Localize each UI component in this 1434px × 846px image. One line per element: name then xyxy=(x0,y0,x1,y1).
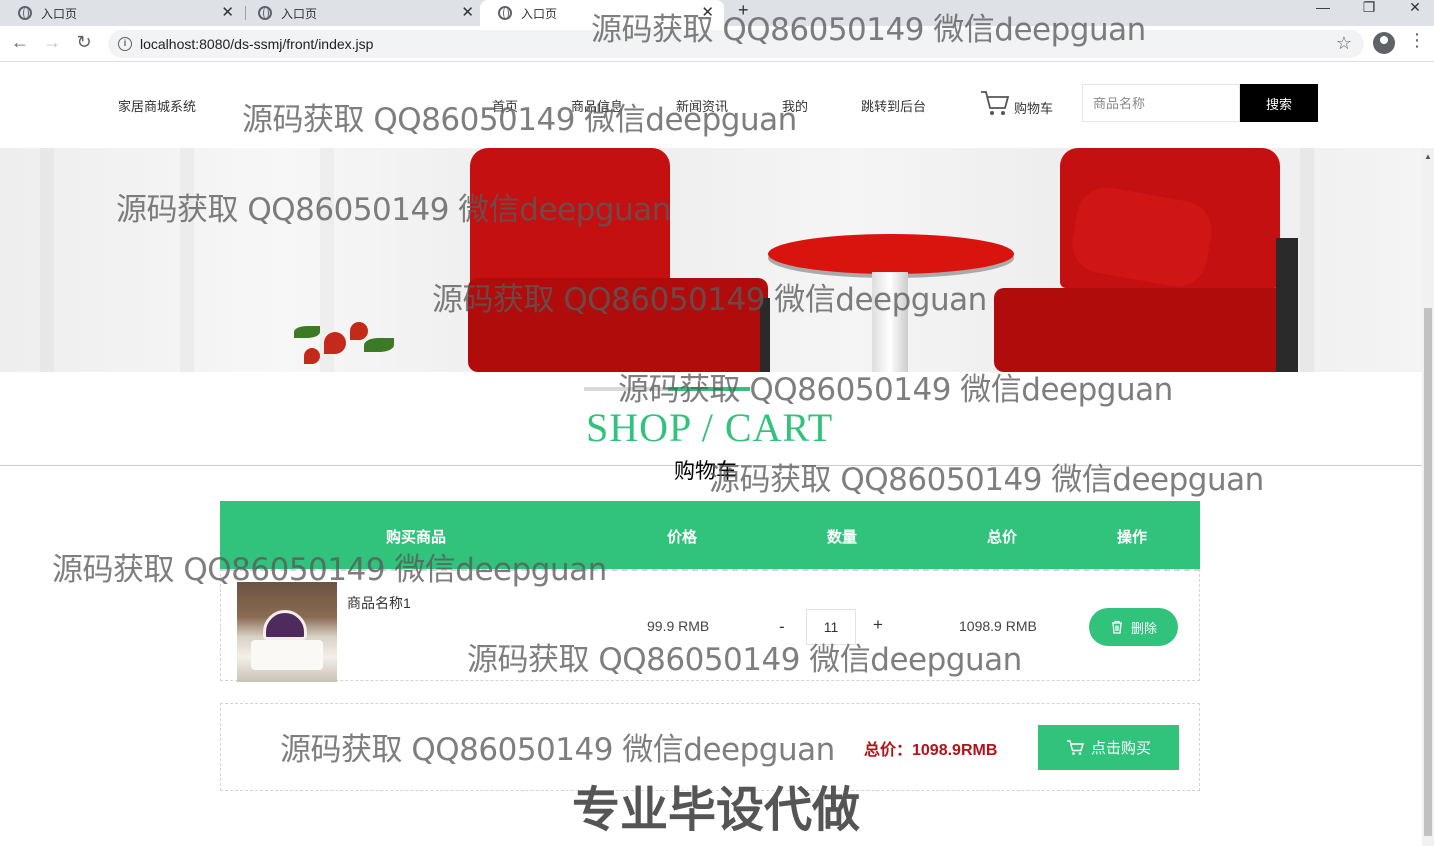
watermark: 源码获取 QQ86050149 微信deepguan xyxy=(591,12,1146,48)
globe-icon xyxy=(18,6,32,20)
scrollbar-thumb[interactable] xyxy=(1424,308,1432,836)
watermark-banner: 专业毕设代做 xyxy=(572,782,861,838)
product-name[interactable]: 商品名称1 xyxy=(347,593,411,613)
buy-label: 点击购买 xyxy=(1090,740,1151,757)
col-total: 总价 xyxy=(987,529,1018,546)
trash-icon xyxy=(1111,620,1122,634)
back-icon[interactable]: ← xyxy=(8,32,32,53)
cart-link[interactable]: 购物车 xyxy=(980,89,1053,117)
cart-icon xyxy=(981,91,1010,115)
cart-label: 购物车 xyxy=(1014,101,1054,116)
reload-icon[interactable]: ↻ xyxy=(72,32,96,53)
watermark: 源码获取 QQ86050149 微信deepguan xyxy=(280,732,835,768)
grand-total: 总价：1098.9RMB xyxy=(864,742,998,759)
tab-title: 入口页 xyxy=(41,6,78,21)
menu-dots-icon[interactable]: ⋮ xyxy=(1408,30,1426,51)
col-quantity: 数量 xyxy=(827,529,858,546)
watermark: 源码获取 QQ86050149 微信deepguan xyxy=(116,192,671,228)
url-text: localhost:8080/ds-ssmj/front/index.jsp xyxy=(140,36,374,52)
product-price: 99.9 RMB xyxy=(647,618,710,634)
row-total: 1098.9 RMB xyxy=(959,618,1037,634)
banner-image xyxy=(0,148,1422,372)
delete-label: 删除 xyxy=(1130,620,1157,636)
globe-icon xyxy=(498,6,512,20)
delete-button[interactable]: 删除 xyxy=(1089,608,1178,646)
col-action: 操作 xyxy=(1117,529,1148,546)
browser-tab[interactable]: 入口页 ✕ xyxy=(0,0,244,26)
quantity-increase-button[interactable]: + xyxy=(873,615,883,635)
watermark: 源码获取 QQ86050149 微信deepguan xyxy=(618,372,1173,408)
search-button[interactable]: 搜索 xyxy=(1240,84,1318,122)
watermark: 源码获取 QQ86050149 微信deepguan xyxy=(242,102,797,138)
section-title: SHOP / CART xyxy=(586,405,834,450)
tab-title: 入口页 xyxy=(521,6,558,21)
browser-tab[interactable]: 入口页 ✕ xyxy=(240,0,484,26)
page-scrollbar[interactable]: ▲ xyxy=(1422,148,1434,846)
minimize-icon[interactable]: — xyxy=(1300,0,1346,14)
search-input[interactable] xyxy=(1082,84,1240,122)
buy-button[interactable]: 点击购买 xyxy=(1038,725,1179,770)
close-tab-icon[interactable]: ✕ xyxy=(221,3,234,21)
watermark: 源码获取 QQ86050149 微信deepguan xyxy=(52,552,607,588)
globe-icon xyxy=(258,6,272,20)
close-window-icon[interactable]: ✕ xyxy=(1392,0,1434,14)
info-icon[interactable]: i xyxy=(118,37,132,51)
forward-icon[interactable]: → xyxy=(40,32,64,53)
col-price: 价格 xyxy=(667,529,698,546)
watermark: 源码获取 QQ86050149 微信deepguan xyxy=(432,282,987,318)
watermark: 源码获取 QQ86050149 微信deepguan xyxy=(709,462,1264,498)
tab-title: 入口页 xyxy=(281,6,318,21)
restore-icon[interactable]: ❐ xyxy=(1346,0,1392,14)
scroll-up-arrow-icon[interactable]: ▲ xyxy=(1424,152,1432,161)
product-image[interactable] xyxy=(237,582,337,682)
brand-link[interactable]: 家居商城系统 xyxy=(118,96,196,115)
bookmark-star-icon[interactable]: ☆ xyxy=(1336,33,1352,54)
watermark: 源码获取 QQ86050149 微信deepguan xyxy=(467,642,1022,678)
close-tab-icon[interactable]: ✕ xyxy=(461,3,474,21)
nav-admin[interactable]: 跳转到后台 xyxy=(861,96,926,115)
cart-icon xyxy=(1066,740,1084,755)
profile-icon[interactable] xyxy=(1373,32,1395,54)
